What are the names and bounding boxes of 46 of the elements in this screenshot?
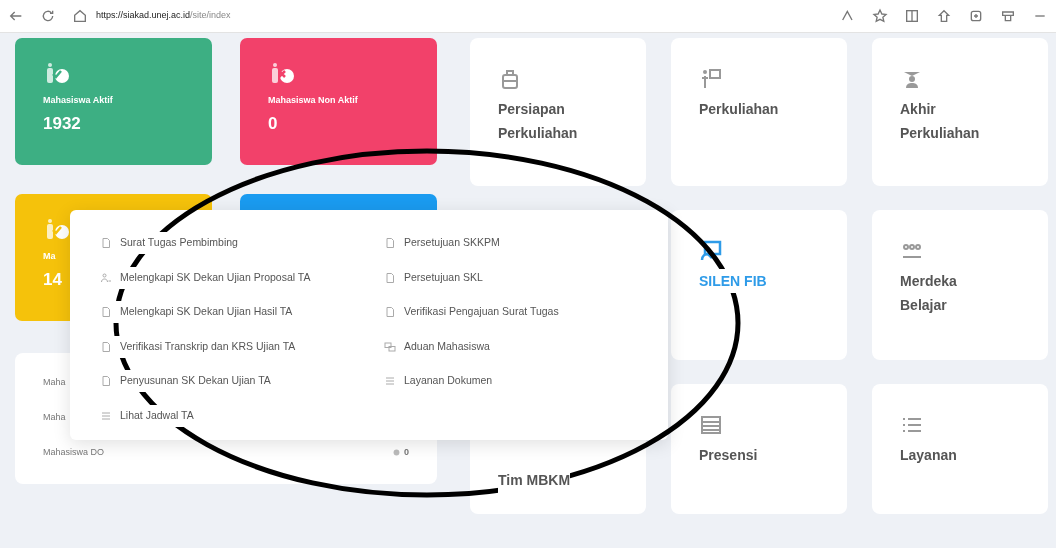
list-icon [100,409,112,422]
menu-tile[interactable]: Presensi [671,384,847,514]
stat-row-value: 0 [404,445,409,459]
menu-item[interactable]: Verifikasi Transkrip dan KRS Ujian TA [100,335,298,358]
stat-value: 0 [268,112,278,135]
menu-tile[interactable]: Perkuliahan [671,38,847,186]
document-icon [100,237,112,249]
menu-tile[interactable]: Layanan [872,384,1048,514]
home-icon [72,8,88,24]
document-icon [384,237,396,249]
menu-item[interactable]: Melengkapi SK Dekan Ujian Proposal TA [100,266,313,289]
document-icon [100,306,112,318]
menu-tile[interactable]: Akhir Perkuliahan [872,38,1048,186]
split-screen-icon[interactable] [904,8,920,24]
document-icon [384,271,396,284]
document-icon [384,306,396,318]
extensions-icon[interactable] [1000,8,1016,24]
stat-label: Mahasiswa Non Aktif [268,94,358,107]
address-bar[interactable]: https://siakad.unej.ac.id/site/index [72,8,231,24]
teacher-icon [699,66,723,91]
stat-row-label: Maha [43,375,66,389]
menu-item[interactable]: Penyusunan SK Dekan Ujian TA [100,370,273,392]
stat-row-label: Mahasiswa DO [43,445,105,459]
favorites-icon[interactable] [936,8,952,24]
tile-title: SILEN FIB [699,268,767,294]
stat-value: 1932 [43,112,81,135]
monitor-icon [699,238,723,263]
dot-icon [393,449,400,456]
menu-item[interactable]: Melengkapi SK Dekan Ujian Hasil TA [100,301,295,323]
stat-label: Ma [43,250,56,263]
stat-value: 14 [43,268,62,291]
menu-item[interactable]: Lihat Jadwal TA [100,404,196,427]
person-icon [100,271,112,284]
stat-label: Mahasiswa Aktif [43,94,113,107]
document-icon [100,375,112,387]
document-icon [100,340,112,353]
menu-item[interactable]: Surat Tugas Pembimbing [100,232,240,254]
collections-icon[interactable] [968,8,984,24]
star-icon[interactable] [872,8,888,24]
stat-row-label: Maha [43,410,66,424]
menu-tile[interactable]: Persiapan Perkuliahan [470,38,646,186]
list-icon [384,375,396,387]
chat-icon [384,340,396,353]
menu-tile[interactable]: Merdeka Belajar [872,210,1048,360]
url-text: https://siakad.unej.ac.id/site/index [96,9,231,23]
reload-icon[interactable] [40,8,56,24]
